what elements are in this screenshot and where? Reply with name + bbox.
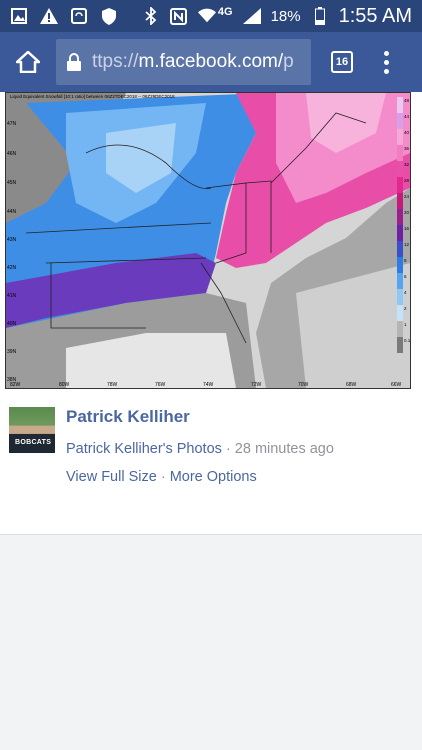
more-options-link[interactable]: More Options (170, 469, 257, 485)
lat-label-43n: 43N (7, 237, 17, 243)
svg-text:44: 44 (404, 114, 410, 119)
url-bar[interactable]: ttps://m.facebook.com/p (56, 39, 311, 85)
lon-label-80w: 80W (59, 382, 70, 388)
svg-text:28: 28 (404, 178, 410, 183)
photo-card: 47N 46N 45N 44N 43N 42N 41N 40N 39N 38N … (0, 92, 422, 535)
author-name-link[interactable]: Patrick Kelliher (66, 407, 334, 427)
post-meta: Patrick Kelliher Patrick Kelliher's Phot… (66, 407, 334, 485)
svg-text:0.1: 0.1 (404, 338, 410, 343)
timestamp[interactable]: 28 minutes ago (235, 441, 334, 457)
lat-label-45n: 45N (7, 180, 17, 186)
lon-label-82w: 82W (10, 382, 21, 388)
lon-label-74w: 74W (203, 382, 214, 388)
home-button[interactable] (0, 32, 56, 92)
lon-label-68w: 68W (346, 382, 357, 388)
lock-icon (67, 53, 81, 71)
network-type: 4G (217, 6, 233, 18)
svg-text:36: 36 (404, 146, 410, 151)
lat-label-41n: 41N (7, 293, 17, 299)
dot-icon (383, 59, 389, 65)
home-icon (16, 51, 40, 73)
battery-percent: 18% (270, 7, 301, 25)
svg-text:24: 24 (404, 194, 410, 199)
map-header-text: Liquid Equivalent Snowfall [10:1 ratio] … (10, 94, 175, 99)
wifi-icon (197, 7, 216, 25)
lat-label-47n: 47N (7, 121, 17, 127)
snowfall-map-graphic: 47N 46N 45N 44N 43N 42N 41N 40N 39N 38N … (6, 93, 410, 388)
svg-text:40: 40 (404, 130, 410, 135)
album-link[interactable]: Patrick Kelliher's Photos (66, 441, 222, 457)
dot-icon (383, 50, 389, 56)
nfc-icon (170, 7, 188, 25)
lat-label-42n: 42N (7, 265, 17, 271)
dot-icon (383, 68, 389, 74)
clock: 1:55 AM (338, 4, 412, 27)
page-content: 47N 46N 45N 44N 43N 42N 41N 40N 39N 38N … (0, 92, 422, 750)
svg-text:20: 20 (404, 210, 410, 215)
overflow-menu-button[interactable] (382, 50, 390, 74)
gallery-icon (10, 7, 28, 25)
lon-label-70w: 70W (298, 382, 309, 388)
url-text: ttps://m.facebook.com/p (92, 51, 294, 72)
lon-label-66w: 66W (391, 382, 402, 388)
warning-icon (40, 7, 58, 25)
lon-label-78w: 78W (107, 382, 118, 388)
lon-label-72w: 72W (251, 382, 262, 388)
svg-text:16: 16 (404, 226, 410, 231)
view-full-size-link[interactable]: View Full Size (66, 469, 157, 485)
signal-icon (242, 7, 261, 25)
sync-icon (70, 7, 88, 25)
status-bar: 4G 18% 1:55 AM (0, 0, 422, 32)
album-line: Patrick Kelliher's Photos · 28 minutes a… (66, 441, 334, 457)
author-row: BOBCATS Patrick Kelliher Patrick Kellihe… (9, 407, 334, 485)
svg-text:32: 32 (404, 162, 410, 167)
snowfall-map-image[interactable]: 47N 46N 45N 44N 43N 42N 41N 40N 39N 38N … (5, 92, 411, 389)
battery-icon (311, 7, 329, 25)
svg-text:12: 12 (404, 242, 410, 247)
browser-toolbar: ttps://m.facebook.com/p 16 (0, 32, 422, 92)
lat-label-39n: 39N (7, 349, 17, 355)
lon-label-76w: 76W (155, 382, 166, 388)
shield-icon (100, 7, 118, 25)
lat-label-44n: 44N (7, 209, 17, 215)
svg-text:48: 48 (404, 98, 410, 103)
tab-switcher-button[interactable]: 16 (331, 51, 353, 73)
avatar-shirt-text: BOBCATS (15, 439, 52, 446)
bluetooth-icon (142, 7, 160, 25)
avatar[interactable]: BOBCATS (9, 407, 55, 453)
photo-options-line: View Full Size · More Options (66, 469, 257, 485)
lat-label-40n: 40N (7, 321, 17, 327)
lat-label-46n: 46N (7, 151, 17, 157)
